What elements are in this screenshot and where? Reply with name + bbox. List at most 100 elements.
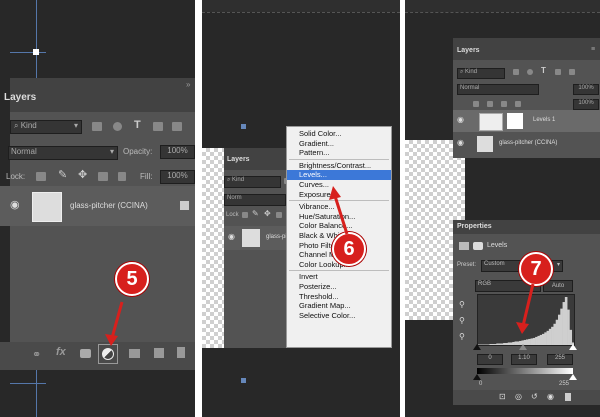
- input-black-field[interactable]: 0: [477, 354, 503, 365]
- layer-thumbnail: [32, 192, 62, 222]
- opacity-input[interactable]: 100%: [573, 84, 599, 95]
- kind-filter-select[interactable]: ⌕ Kind ▾: [10, 120, 82, 134]
- layer-row[interactable]: ◉ glass-pitcher (CCINA): [0, 186, 195, 226]
- layer-name[interactable]: glass-pitcher (CCINA): [70, 201, 148, 210]
- layer-mask-icon[interactable]: [80, 349, 91, 358]
- move-icon[interactable]: ✥: [78, 168, 87, 181]
- input-black-slider[interactable]: [473, 344, 481, 350]
- trash-icon[interactable]: [177, 347, 185, 358]
- output-black-slider[interactable]: [473, 374, 481, 380]
- visibility-toggle-icon[interactable]: ◉: [547, 392, 554, 401]
- histogram-bar: [535, 336, 538, 345]
- visibility-eye-icon[interactable]: ◉: [457, 115, 464, 124]
- transform-handle[interactable]: [33, 49, 39, 55]
- visibility-eye-icon[interactable]: ◉: [457, 138, 464, 147]
- blend-mode-select[interactable]: Normal: [457, 84, 539, 95]
- brush-icon[interactable]: ✎: [252, 209, 259, 218]
- histogram-bar: [530, 338, 534, 345]
- adjustment-layer-name[interactable]: Levels 1: [533, 117, 555, 123]
- artboard-lock-icon[interactable]: [98, 172, 108, 181]
- adjustment-layer-row[interactable]: ◉ Levels 1: [453, 110, 600, 132]
- menu-item-levels[interactable]: Levels...: [287, 170, 391, 180]
- pixel-filter-icon[interactable]: [513, 69, 519, 75]
- menu-item-gradient[interactable]: Gradient...: [287, 139, 391, 149]
- menu-item-invert[interactable]: Invert: [287, 272, 391, 282]
- properties-tab[interactable]: Properties: [457, 223, 492, 230]
- step-badge-7: 7: [519, 252, 553, 286]
- transform-handle-bottom[interactable]: [241, 378, 246, 383]
- lock-all-icon[interactable]: [118, 172, 126, 181]
- layer-row[interactable]: ◉ glass-pitcher (CCINA): [453, 133, 600, 155]
- blend-mode-select[interactable]: Normal ▾: [8, 146, 118, 160]
- menu-item-threshold[interactable]: Threshold...: [287, 292, 391, 302]
- histogram-bar: [514, 341, 518, 345]
- auto-button[interactable]: Auto: [543, 280, 573, 292]
- fill-input[interactable]: 100%: [573, 99, 599, 110]
- new-layer-icon[interactable]: [154, 348, 164, 358]
- lock-image-icon[interactable]: [487, 101, 493, 107]
- link-layers-icon[interactable]: ⚭: [32, 348, 41, 361]
- type-filter-icon[interactable]: T: [134, 119, 141, 131]
- artboard-lock-icon[interactable]: [276, 212, 282, 218]
- eyedropper-white-icon[interactable]: ⚲: [459, 332, 465, 341]
- input-gamma-field[interactable]: 1.10: [511, 354, 537, 365]
- trash-icon[interactable]: [565, 393, 571, 401]
- new-group-icon[interactable]: [129, 349, 140, 358]
- adjustment-filter-icon[interactable]: [527, 69, 533, 75]
- preset-label: Preset:: [457, 262, 477, 268]
- lock-transparent-icon[interactable]: [473, 101, 479, 107]
- smart-object-filter-icon[interactable]: [569, 69, 575, 75]
- guide-line-horizontal-bottom: [10, 383, 46, 384]
- eyedropper-gray-icon[interactable]: ⚲: [459, 316, 465, 325]
- adjustment-filter-icon[interactable]: [113, 122, 122, 131]
- shape-filter-icon[interactable]: [555, 69, 561, 75]
- blend-mode-select[interactable]: Norm: [224, 194, 286, 206]
- fill-input[interactable]: 100%: [160, 170, 195, 184]
- close-icon[interactable]: »: [186, 80, 190, 89]
- lock-position-icon[interactable]: [501, 101, 507, 107]
- reset-icon[interactable]: ↺: [531, 392, 538, 401]
- opacity-input[interactable]: 100%: [160, 145, 195, 159]
- fx-icon[interactable]: fx: [56, 346, 66, 358]
- layer-name[interactable]: glass-pitcher (CCINA): [499, 140, 557, 146]
- lock-transparent-icon[interactable]: [36, 172, 46, 181]
- transform-handle[interactable]: [241, 124, 246, 129]
- pixel-filter-icon[interactable]: [92, 122, 102, 131]
- view-previous-icon[interactable]: ◎: [515, 392, 522, 401]
- lock-transparent-icon[interactable]: [242, 212, 248, 218]
- kind-filter-select[interactable]: ⌕ Kind: [224, 176, 281, 188]
- input-white-field[interactable]: 255: [547, 354, 573, 365]
- output-white-slider[interactable]: [569, 374, 577, 380]
- layer-name[interactable]: glass-pit: [266, 234, 288, 240]
- menu-item-selective-color[interactable]: Selective Color...: [287, 311, 391, 321]
- move-icon[interactable]: ✥: [264, 209, 271, 218]
- visibility-eye-icon[interactable]: ◉: [228, 232, 235, 241]
- layers-tab[interactable]: Layers: [457, 47, 480, 54]
- visibility-eye-icon[interactable]: ◉: [10, 198, 20, 211]
- clip-to-layer-icon[interactable]: ⊡: [499, 392, 506, 401]
- eyedropper-black-icon[interactable]: ⚲: [459, 300, 465, 309]
- type-filter-icon[interactable]: T: [541, 66, 546, 75]
- histogram-bar: [548, 328, 552, 345]
- histogram-bar: [482, 344, 486, 345]
- histogram-bar: [562, 302, 566, 345]
- input-gamma-slider[interactable]: [519, 344, 527, 350]
- layers-panel: Layers ≡ ⌕ Kind T Normal 100% 100% ◉ Lev…: [453, 38, 600, 158]
- shape-filter-icon[interactable]: [153, 122, 163, 131]
- lock-all-icon[interactable]: [515, 101, 521, 107]
- menu-item-solid-color[interactable]: Solid Color...: [287, 129, 391, 139]
- canvas-transparency: [202, 148, 224, 348]
- input-white-slider[interactable]: [569, 344, 577, 350]
- chevron-down-icon: ▾: [73, 121, 78, 130]
- layers-tab[interactable]: Layers: [4, 92, 36, 103]
- menu-item-brightness-contrast[interactable]: Brightness/Contrast...: [287, 161, 391, 171]
- menu-item-pattern[interactable]: Pattern...: [287, 148, 391, 158]
- smart-object-filter-icon[interactable]: [172, 122, 182, 131]
- panel-menu-icon[interactable]: ≡: [591, 46, 595, 53]
- kind-filter-select[interactable]: ⌕ Kind: [457, 68, 505, 79]
- brush-icon[interactable]: ✎: [58, 168, 67, 181]
- layers-tab[interactable]: Layers: [227, 156, 250, 163]
- menu-item-posterize[interactable]: Posterize...: [287, 282, 391, 292]
- menu-item-gradient-map[interactable]: Gradient Map...: [287, 301, 391, 311]
- lock-label: Lock:: [6, 172, 26, 181]
